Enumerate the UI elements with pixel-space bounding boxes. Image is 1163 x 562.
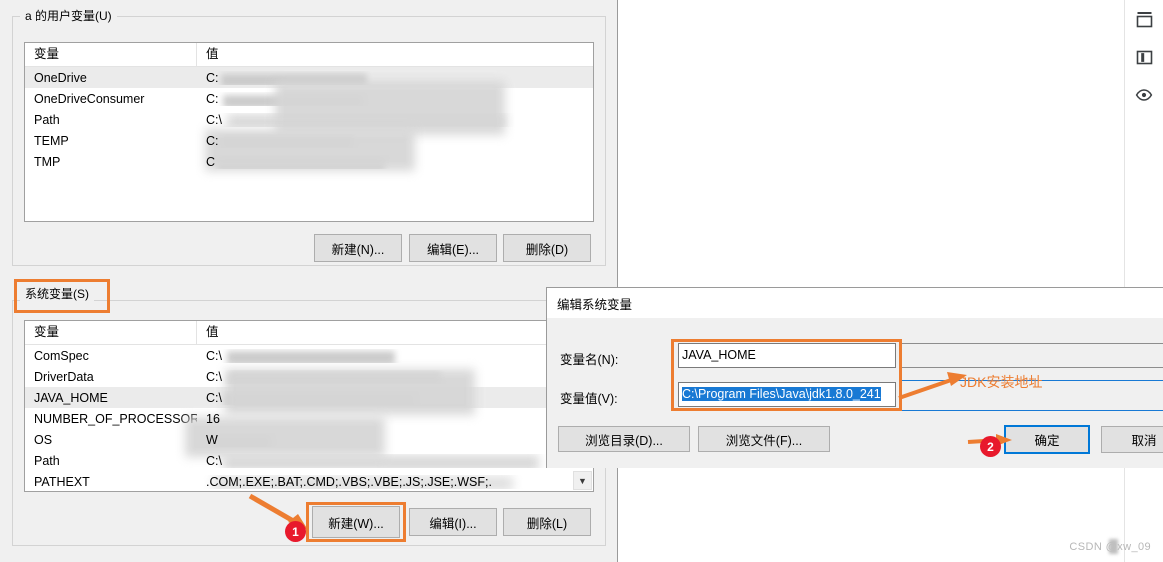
variable-name-input[interactable]: JAVA_HOME — [678, 343, 896, 368]
csdn-watermark: CSDN @xw_09 — [1069, 539, 1151, 554]
system-list-header: 变量 值 — [25, 321, 593, 345]
variable-name-label: 变量名(N): — [560, 353, 619, 367]
user-var-name: TEMP — [34, 133, 69, 148]
system-var-value: .COM;.EXE;.BAT;.CMD;.VBS;.VBE;.JS;.JSE;.… — [197, 475, 593, 489]
user-variables-list[interactable]: 变量 值 OneDrive C: OneDriveConsumer C: Pat… — [24, 42, 594, 222]
screen-root: a 的用户变量(U) 变量 值 OneDrive C: OneDriveCons… — [0, 0, 1163, 562]
system-var-name: Path — [34, 453, 60, 468]
split-columns-icon[interactable] — [1125, 38, 1163, 76]
user-var-name: TMP — [34, 154, 61, 169]
system-variables-group-label: 系统变量(S) — [20, 287, 94, 301]
dialog-title: 编辑系统变量 — [547, 288, 1163, 318]
system-delete-button[interactable]: 删除(L) — [503, 508, 591, 536]
table-row[interactable]: PATHEXT .COM;.EXE;.BAT;.CMD;.VBS;.VBE;.J… — [25, 471, 593, 491]
browse-file-button[interactable]: 浏览文件(F)... — [698, 426, 830, 452]
user-var-name: Path — [34, 112, 60, 127]
user-variables-group-label: a 的用户变量(U) — [20, 9, 117, 23]
panel-top-icon[interactable] — [1125, 0, 1163, 38]
system-var-name: DriverData — [34, 369, 94, 384]
user-list-header: 变量 值 — [25, 43, 593, 67]
user-edit-button[interactable]: 编辑(E)... — [409, 234, 497, 262]
dialog-blue-rule-bottom — [902, 410, 1163, 411]
dialog-separator-top — [902, 343, 1163, 344]
variable-value-input[interactable]: C:\Program Files\Java\jdk1.8.0_241 — [678, 382, 896, 407]
system-var-value: C:\ — [197, 349, 593, 363]
user-var-name: OneDriveConsumer — [34, 91, 145, 106]
system-var-name: ComSpec — [34, 348, 89, 363]
table-row[interactable]: ComSpec C:\ — [25, 345, 593, 366]
system-list-header-value[interactable]: 值 — [197, 321, 593, 344]
ok-button[interactable]: 确定 — [1004, 425, 1090, 454]
system-list-header-variable[interactable]: 变量 — [25, 321, 197, 344]
user-new-button[interactable]: 新建(N)... — [314, 234, 402, 262]
editor-backdrop — [618, 0, 1163, 562]
system-variables-list[interactable]: 变量 值 ComSpec C:\ DriverData C:\ JAVA_HOM… — [24, 320, 594, 492]
system-var-name: PATHEXT — [34, 474, 90, 489]
step-badge-1: 1 — [285, 521, 306, 542]
dialog-separator-mid — [902, 367, 1163, 368]
user-list-header-value[interactable]: 值 — [197, 43, 593, 66]
system-list-scroll-down[interactable]: ▼ — [573, 471, 592, 490]
system-edit-button[interactable]: 编辑(I)... — [409, 508, 497, 536]
right-icon-rail — [1124, 0, 1163, 562]
user-list-header-variable[interactable]: 变量 — [25, 43, 197, 66]
user-delete-button[interactable]: 删除(D) — [503, 234, 591, 262]
system-var-name: JAVA_HOME — [34, 390, 108, 405]
system-var-name: NUMBER_OF_PROCESSORS — [34, 411, 197, 426]
browse-directory-button[interactable]: 浏览目录(D)... — [558, 426, 690, 452]
cancel-button[interactable]: 取消 — [1101, 426, 1163, 453]
variable-value-selected-text: C:\Program Files\Java\jdk1.8.0_241 — [682, 387, 881, 401]
eye-icon[interactable] — [1125, 76, 1163, 114]
step-badge-2: 2 — [980, 436, 1001, 457]
system-var-name: OS — [34, 432, 53, 447]
user-var-name: OneDrive — [34, 70, 87, 85]
system-new-button[interactable]: 新建(W)... — [312, 506, 400, 538]
jdk-path-annotation: JDK安装地址 — [960, 374, 1043, 390]
variable-value-label: 变量值(V): — [560, 392, 618, 406]
